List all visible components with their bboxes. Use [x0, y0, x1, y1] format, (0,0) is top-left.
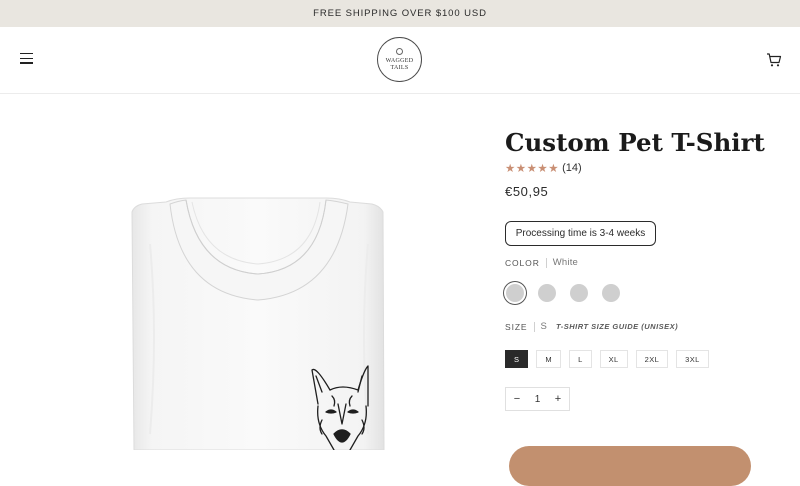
product-rating[interactable]: ★★★★★ (14)	[505, 161, 582, 175]
star-rating-icon: ★★★★★	[505, 163, 560, 175]
size-option-l[interactable]: L	[569, 350, 592, 368]
product-image[interactable]	[0, 94, 480, 450]
quantity-value[interactable]: 1	[535, 394, 541, 405]
size-selector: S M L XL 2XL 3XL	[505, 350, 709, 368]
processing-time-badge: Processing time is 3-4 weeks	[505, 221, 656, 246]
logo-mark	[396, 47, 403, 55]
size-option-xl[interactable]: XL	[599, 350, 628, 368]
hamburger-icon	[20, 53, 36, 64]
size-option-2xl[interactable]: 2XL	[635, 350, 669, 368]
color-swatch-2[interactable]	[538, 284, 556, 302]
announcement-text: FREE SHIPPING OVER $100 USD	[313, 8, 487, 19]
color-swatch-4[interactable]	[602, 284, 620, 302]
cart-button[interactable]	[766, 52, 782, 68]
quantity-stepper: − 1 +	[505, 387, 570, 411]
size-label: SIZE	[505, 321, 528, 332]
site-header: WAGGED TAILS	[0, 27, 800, 94]
menu-button[interactable]	[20, 53, 36, 67]
tshirt-image	[131, 197, 385, 450]
logo-line-2: TAILS	[390, 64, 409, 71]
size-option-s[interactable]: S	[505, 350, 529, 368]
color-swatches	[506, 284, 620, 302]
color-value: White	[552, 257, 579, 268]
rating-count: (14)	[562, 162, 582, 174]
decrease-quantity-button[interactable]: −	[506, 388, 528, 410]
increase-quantity-button[interactable]: +	[547, 388, 569, 410]
processing-time-text: Processing time is 3-4 weeks	[515, 228, 646, 239]
cart-icon	[767, 53, 782, 67]
add-to-cart-button[interactable]	[509, 446, 751, 486]
color-label: COLOR	[505, 257, 540, 268]
size-option-label: SIZE S T-SHIRT SIZE GUIDE (UNISEX)	[505, 321, 678, 332]
logo-line-1: WAGGED	[385, 57, 414, 64]
divider	[533, 321, 535, 332]
size-value: S	[540, 321, 548, 332]
product-price: €50,95	[505, 184, 549, 199]
announcement-bar: FREE SHIPPING OVER $100 USD	[0, 0, 800, 27]
color-option-label: COLOR White	[505, 257, 578, 268]
color-swatch-1[interactable]	[506, 284, 524, 302]
divider	[545, 257, 547, 268]
product-title: Custom Pet T-Shirt	[505, 128, 765, 157]
color-swatch-3[interactable]	[570, 284, 588, 302]
size-option-3xl[interactable]: 3XL	[676, 350, 709, 368]
size-guide-link[interactable]: T-SHIRT SIZE GUIDE (UNISEX)	[556, 322, 678, 331]
size-option-m[interactable]: M	[536, 350, 562, 368]
logo[interactable]: WAGGED TAILS	[377, 37, 422, 82]
